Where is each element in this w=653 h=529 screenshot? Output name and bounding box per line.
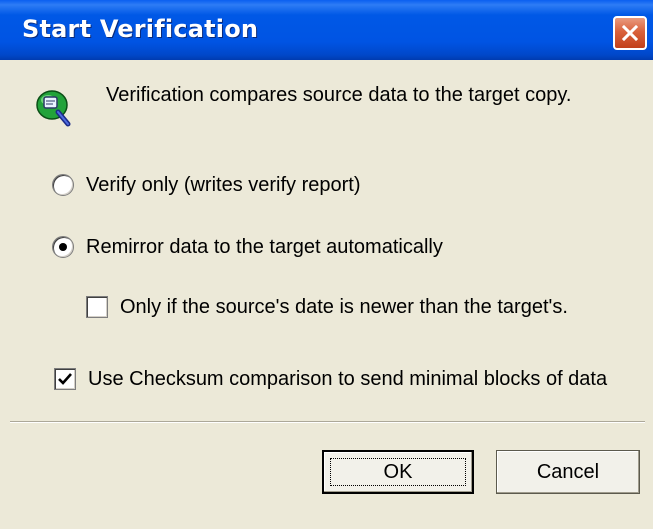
only-if-newer-checkbox[interactable] — [86, 296, 108, 318]
title-bar[interactable]: Start Verification — [0, 0, 653, 60]
verify-only-label[interactable]: Verify only (writes verify report) — [86, 174, 361, 197]
checkmark-icon — [58, 373, 72, 385]
close-icon — [622, 25, 638, 41]
verify-only-radio[interactable] — [52, 174, 74, 196]
only-if-newer-label[interactable]: Only if the source's date is newer than … — [120, 296, 568, 319]
remirror-label[interactable]: Remirror data to the target automaticall… — [86, 236, 443, 259]
close-button[interactable] — [613, 16, 647, 50]
focus-rectangle — [330, 458, 466, 486]
ok-button[interactable]: OK — [322, 450, 474, 494]
verify-icon — [36, 90, 71, 127]
cancel-button-label: Cancel — [536, 461, 600, 483]
dialog-description: Verification compares source data to the… — [106, 84, 572, 106]
use-checksum-checkbox[interactable] — [54, 368, 76, 390]
remirror-radio[interactable] — [52, 236, 74, 258]
dialog-title: Start Verification — [22, 15, 259, 43]
cancel-button[interactable]: Cancel — [496, 450, 640, 494]
use-checksum-label[interactable]: Use Checksum comparison to send minimal … — [88, 368, 607, 391]
radio-selected-dot — [59, 243, 67, 251]
separator-line — [10, 421, 645, 423]
start-verification-dialog: Start Verification Verification compares… — [0, 0, 653, 529]
